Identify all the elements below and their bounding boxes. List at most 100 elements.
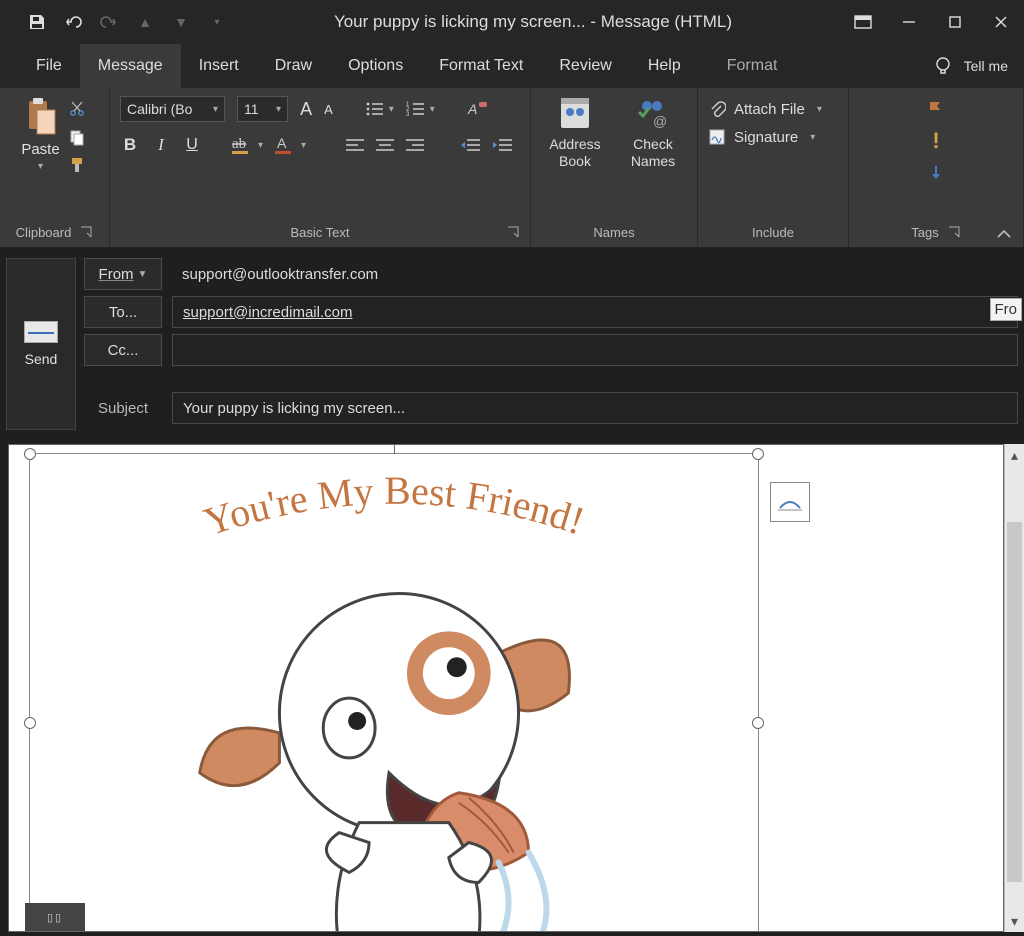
clipped-button[interactable]: Fro bbox=[990, 298, 1023, 321]
scroll-thumb[interactable] bbox=[1007, 522, 1022, 882]
check-names-icon: @ bbox=[635, 96, 671, 132]
cc-button[interactable]: Cc... bbox=[84, 334, 162, 366]
send-button[interactable]: Send bbox=[6, 258, 76, 430]
close-button[interactable] bbox=[978, 0, 1024, 44]
tab-options[interactable]: Options bbox=[330, 44, 421, 88]
check-names-button[interactable]: @ Check Names bbox=[619, 96, 687, 170]
attach-file-button[interactable]: Attach File ▾ bbox=[708, 100, 838, 118]
svg-text:You're My Best Friend!: You're My Best Friend! bbox=[199, 468, 591, 545]
clipboard-group-label: Clipboard bbox=[16, 225, 72, 240]
vertical-scrollbar[interactable]: ▴ ▾ bbox=[1004, 444, 1024, 932]
puppy-image: You're My Best Friend! bbox=[30, 454, 758, 932]
paste-button[interactable]: Paste ▾ bbox=[21, 96, 59, 172]
format-painter-icon[interactable] bbox=[66, 154, 88, 176]
svg-text:A: A bbox=[277, 135, 287, 151]
numbering-icon[interactable]: 123▾ bbox=[406, 96, 435, 122]
attach-file-label: Attach File bbox=[734, 101, 805, 118]
send-label: Send bbox=[25, 351, 58, 367]
decrease-indent-icon[interactable] bbox=[460, 132, 480, 158]
minimize-button[interactable] bbox=[886, 0, 932, 44]
tags-group-label: Tags bbox=[911, 225, 938, 240]
signature-label: Signature bbox=[734, 129, 798, 146]
names-group-label: Names bbox=[593, 225, 634, 240]
maximize-button[interactable] bbox=[932, 0, 978, 44]
collapse-ribbon-icon[interactable] bbox=[995, 227, 1013, 241]
check-names-label: Check Names bbox=[631, 136, 675, 170]
tab-message[interactable]: Message bbox=[80, 44, 181, 88]
tags-dialog-launcher-icon[interactable] bbox=[947, 225, 961, 239]
italic-button[interactable]: I bbox=[152, 132, 170, 158]
paste-icon bbox=[23, 96, 57, 138]
save-icon[interactable] bbox=[28, 13, 46, 31]
subject-input[interactable]: Your puppy is licking my screen... bbox=[172, 392, 1018, 424]
svg-text:@: @ bbox=[653, 113, 667, 129]
signature-button[interactable]: Signature ▾ bbox=[708, 128, 838, 146]
ribbon: Paste ▾ Clipboard bbox=[0, 88, 1024, 248]
signature-icon bbox=[708, 128, 726, 146]
font-family-combo[interactable]: Calibri (Bo▾ bbox=[120, 96, 225, 122]
undo-icon[interactable] bbox=[64, 13, 82, 31]
cc-input[interactable] bbox=[172, 334, 1018, 366]
bullets-icon[interactable]: ▾ bbox=[365, 96, 394, 122]
message-header: Send From▼ support@outlooktransfer.com T… bbox=[0, 248, 1024, 440]
redo-icon[interactable] bbox=[100, 13, 118, 31]
tab-insert[interactable]: Insert bbox=[181, 44, 257, 88]
svg-text:3: 3 bbox=[406, 112, 410, 117]
ribbon-tabs: File Message Insert Draw Options Format … bbox=[0, 44, 1024, 88]
tab-file[interactable]: File bbox=[18, 44, 80, 88]
paste-label: Paste bbox=[21, 141, 59, 158]
include-group-label: Include bbox=[752, 225, 794, 240]
bold-button[interactable]: B bbox=[120, 132, 140, 158]
lightbulb-icon bbox=[932, 55, 954, 77]
message-body[interactable]: You're My Best Friend! bbox=[8, 444, 1004, 932]
qat-customize-icon[interactable]: ▾ bbox=[208, 13, 226, 31]
tab-format-tool[interactable]: Format bbox=[709, 44, 796, 88]
highlight-icon[interactable]: ab▾ bbox=[232, 132, 263, 158]
tab-help[interactable]: Help bbox=[630, 44, 699, 88]
font-size-combo[interactable]: 11▾ bbox=[237, 96, 288, 122]
svg-text:A: A bbox=[467, 101, 477, 117]
align-center-icon[interactable] bbox=[376, 132, 394, 158]
tab-format-text[interactable]: Format Text bbox=[421, 44, 541, 88]
tell-me-label: Tell me bbox=[964, 58, 1008, 74]
clear-format-icon[interactable]: A bbox=[467, 96, 489, 122]
message-body-area: You're My Best Friend! bbox=[0, 440, 1024, 936]
to-input[interactable]: support@incredimail.com bbox=[172, 296, 1018, 328]
increase-indent-icon[interactable] bbox=[492, 132, 512, 158]
svg-text:ab: ab bbox=[232, 136, 246, 152]
tab-draw[interactable]: Draw bbox=[257, 44, 330, 88]
grow-font-icon[interactable]: A bbox=[300, 96, 312, 122]
qat-prev-icon[interactable]: ▲ bbox=[136, 13, 154, 31]
clipboard-dialog-launcher-icon[interactable] bbox=[79, 225, 93, 239]
address-book-icon bbox=[557, 96, 593, 132]
high-importance-icon[interactable]: ! bbox=[932, 128, 939, 154]
basic-text-group-label: Basic Text bbox=[290, 225, 349, 240]
shrink-font-icon[interactable]: A bbox=[324, 96, 333, 122]
tell-me[interactable]: Tell me bbox=[916, 44, 1024, 88]
title-bar: ▲ ▼ ▾ Your puppy is licking my screen...… bbox=[0, 0, 1024, 44]
low-importance-icon[interactable] bbox=[928, 164, 944, 182]
address-book-button[interactable]: Address Book bbox=[541, 96, 609, 170]
align-left-icon[interactable] bbox=[346, 132, 364, 158]
scroll-up-icon[interactable]: ▴ bbox=[1005, 444, 1024, 466]
subject-label: Subject bbox=[84, 400, 162, 417]
font-color-icon[interactable]: A▾ bbox=[275, 132, 306, 158]
follow-up-icon[interactable] bbox=[927, 100, 945, 118]
from-button[interactable]: From▼ bbox=[84, 258, 162, 290]
tab-review[interactable]: Review bbox=[541, 44, 629, 88]
paperclip-icon bbox=[708, 100, 726, 118]
to-button[interactable]: To... bbox=[84, 296, 162, 328]
basic-text-dialog-launcher-icon[interactable] bbox=[506, 225, 520, 239]
layout-options-icon[interactable] bbox=[770, 482, 810, 522]
image-selection[interactable]: You're My Best Friend! bbox=[29, 453, 759, 932]
copy-icon[interactable] bbox=[66, 126, 88, 148]
envelope-icon bbox=[24, 321, 58, 343]
qat-next-icon[interactable]: ▼ bbox=[172, 13, 190, 31]
cut-icon[interactable] bbox=[66, 98, 88, 120]
underline-button[interactable]: U bbox=[182, 132, 202, 158]
scroll-down-icon[interactable]: ▾ bbox=[1005, 910, 1024, 932]
zoom-slider-stub[interactable]: ▯▯ bbox=[25, 903, 85, 931]
from-value: support@outlooktransfer.com bbox=[172, 258, 1018, 290]
align-right-icon[interactable] bbox=[406, 132, 424, 158]
ribbon-display-icon[interactable] bbox=[840, 0, 886, 44]
